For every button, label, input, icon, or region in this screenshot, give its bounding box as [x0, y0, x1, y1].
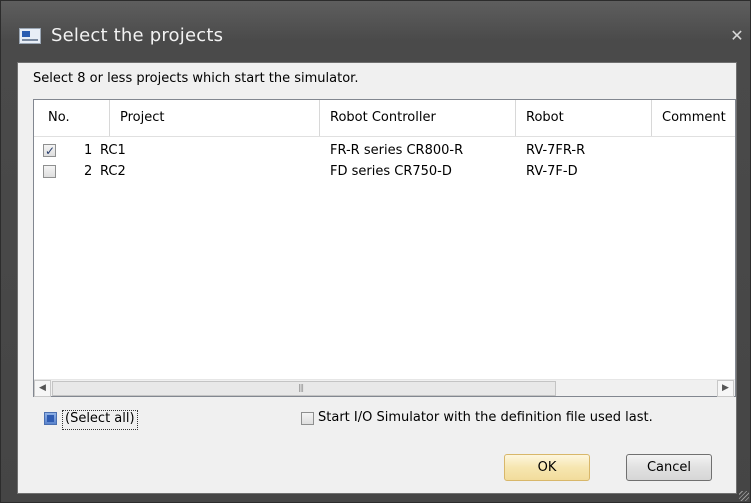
- row-checkbox[interactable]: [43, 141, 56, 161]
- select-all-checkbox[interactable]: [44, 412, 57, 425]
- ok-button[interactable]: OK: [504, 454, 590, 481]
- row-project: RC2: [100, 164, 126, 179]
- column-header-no[interactable]: No.: [34, 100, 110, 136]
- row-number: 1: [84, 143, 93, 158]
- close-icon[interactable]: ✕: [726, 25, 748, 47]
- column-header-project[interactable]: Project: [110, 100, 320, 136]
- dialog-title: Select the projects: [51, 25, 224, 46]
- io-simulator-checkbox[interactable]: [301, 412, 314, 425]
- row-controller: FD series CR750-D: [330, 164, 452, 179]
- project-list[interactable]: No. Project Robot Controller Robot Comme…: [33, 99, 736, 397]
- row-robot: RV-7F-D: [526, 164, 578, 179]
- select-projects-dialog: Select the projects ✕ Select 8 or less p…: [0, 0, 751, 503]
- row-checkbox[interactable]: [43, 165, 56, 178]
- scroll-grip-icon: |||: [298, 383, 304, 392]
- scroll-thumb[interactable]: |||: [52, 381, 556, 396]
- list-header: No. Project Robot Controller Robot Comme…: [34, 100, 735, 137]
- cancel-button[interactable]: Cancel: [626, 454, 712, 481]
- table-row[interactable]: 2 RC2 FD series CR750-D RV-7F-D: [34, 162, 735, 182]
- resize-grip-icon[interactable]: [739, 491, 749, 501]
- table-row[interactable]: 1 RC1 FR-R series CR800-R RV-7FR-R: [34, 141, 735, 161]
- io-simulator-label[interactable]: Start I/O Simulator with the definition …: [318, 408, 653, 428]
- column-header-comment[interactable]: Comment: [652, 100, 735, 136]
- row-number: 2: [84, 164, 93, 179]
- horizontal-scrollbar[interactable]: ◀ ||| ▶: [34, 379, 735, 397]
- row-robot: RV-7FR-R: [526, 143, 586, 158]
- scroll-right-icon[interactable]: ▶: [717, 380, 734, 397]
- app-window-icon: [19, 28, 41, 44]
- instruction-text: Select 8 or less projects which start th…: [33, 71, 359, 86]
- column-header-robot-controller[interactable]: Robot Controller: [320, 100, 516, 136]
- title-bar[interactable]: Select the projects ✕: [1, 1, 750, 61]
- row-controller: FR-R series CR800-R: [330, 143, 464, 158]
- select-all-label[interactable]: (Select all): [62, 410, 138, 430]
- scroll-left-icon[interactable]: ◀: [34, 380, 51, 397]
- column-header-robot[interactable]: Robot: [516, 100, 652, 136]
- row-project: RC1: [100, 143, 126, 158]
- dialog-body: Select 8 or less projects which start th…: [17, 62, 737, 494]
